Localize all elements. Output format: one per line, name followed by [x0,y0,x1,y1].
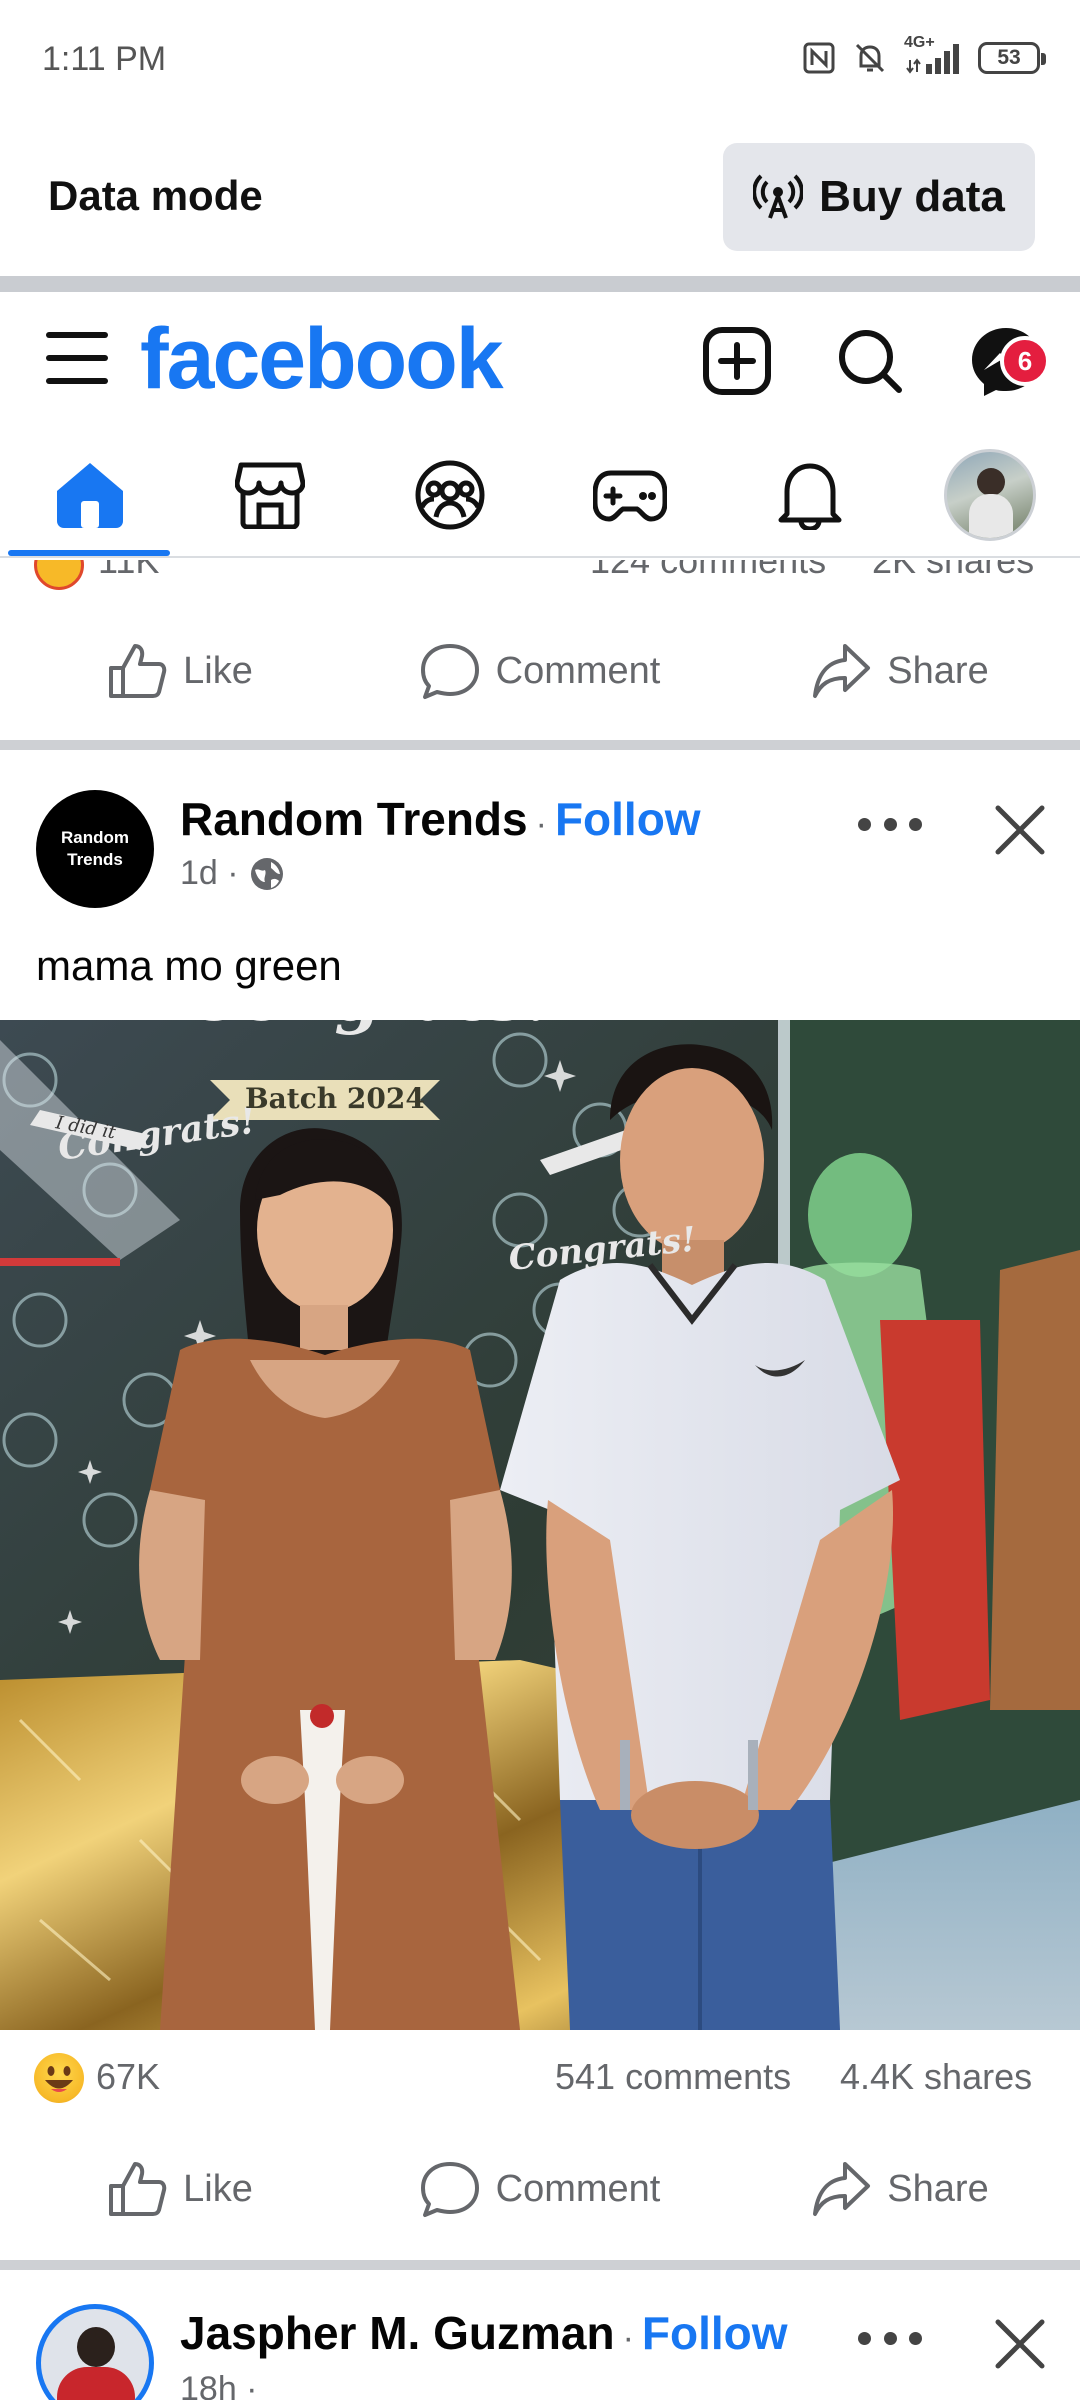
comment-count[interactable]: 124 comments [590,560,826,582]
post-meta: 1d · [180,854,285,893]
create-post-icon[interactable] [702,326,772,396]
previous-post-stats: 11K 124 comments 2K shares [0,560,1080,590]
groups-icon [415,460,485,530]
share-count[interactable]: 2K shares [872,560,1034,582]
reaction-icon [34,560,84,590]
facebook-logo[interactable]: facebook [140,310,504,409]
reaction-count[interactable]: 11K [98,560,159,582]
photo-text-banner: Batch 2024 [245,1082,425,1115]
status-bar: 1:11 PM 4G+ 53 [0,0,1080,120]
comment-count[interactable]: 541 comments [555,2056,791,2098]
post-header-line: Random Trends · Follow [180,792,701,846]
tab-gaming[interactable] [580,450,680,540]
share-button[interactable]: Share [720,2160,1080,2218]
tab-marketplace[interactable] [220,450,320,540]
separator-dot: · [535,805,547,843]
status-icons: 4G+ 53 [802,34,1046,80]
author-name[interactable]: Random Trends [180,793,528,845]
active-tab-indicator [8,550,170,556]
comment-button[interactable]: Comment [360,642,720,700]
marketplace-icon [235,462,305,529]
like-label: Like [183,2167,253,2210]
more-options-icon[interactable] [858,2326,922,2350]
battery-icon: 53 [978,42,1046,74]
data-mode-banner: Data mode Buy data [0,120,1080,276]
post-divider [0,740,1080,750]
hide-post-icon[interactable] [992,2316,1048,2372]
buy-data-label: Buy data [819,172,1005,221]
search-icon[interactable] [835,326,905,396]
mute-bell-icon [855,43,885,73]
share-icon [813,2162,871,2216]
post-time[interactable]: 1d · [180,854,239,893]
like-label: Like [183,649,253,692]
like-icon [109,644,167,698]
gaming-icon [593,470,667,522]
next-post-header-line: Jaspher M. Guzman · Follow [180,2306,788,2360]
next-post-time[interactable]: 18h · [180,2370,258,2400]
comment-label: Comment [495,2167,661,2210]
share-icon [813,644,871,698]
like-icon [109,2162,167,2216]
comment-label: Comment [495,649,661,692]
menu-icon[interactable] [46,330,108,386]
comment-button[interactable]: Comment [360,2160,720,2218]
tab-notifications[interactable] [760,450,860,540]
page-avatar[interactable]: Random Trends [36,790,154,908]
like-button[interactable]: Like [0,2160,360,2218]
next-post-card: Jaspher M. Guzman · Follow 18h · [0,2270,1080,2400]
post-stats: 67K 541 comments 4.4K shares [0,2032,1080,2122]
share-count[interactable]: 4.4K shares [840,2056,1032,2098]
follow-button[interactable]: Follow [555,793,701,845]
broadcast-icon [753,174,804,219]
haha-reaction-icon [34,2053,84,2103]
tab-profile[interactable] [940,449,1040,541]
post-card: Random Trends Random Trends · Follow 1d · … [0,750,1080,2290]
separator-dot: · [622,2319,634,2357]
messenger-button[interactable]: 6 [962,320,1072,410]
next-follow-button[interactable]: Follow [642,2307,788,2359]
post-photo[interactable]: Congrats! Congrats! Congrats! Batch 2024… [0,1020,1080,2030]
next-author-name[interactable]: Jaspher M. Guzman [180,2307,615,2359]
post-divider [0,2260,1080,2270]
tab-bar [0,432,1080,558]
home-icon [57,463,123,528]
banner-divider [0,276,1080,292]
comment-icon [420,644,479,699]
signal-icon: 4G+ [904,34,962,78]
status-time: 1:11 PM [42,40,167,78]
nfc-icon [803,42,835,74]
post-actions: Like Comment Share [0,2134,1080,2244]
profile-avatar [944,449,1036,541]
globe-icon [250,857,283,890]
tab-home[interactable] [40,450,140,540]
app-header: facebook 6 [0,292,1080,432]
hide-post-icon[interactable] [992,802,1048,858]
messenger-badge: 6 [1000,336,1050,386]
like-button[interactable]: Like [0,642,360,700]
photo-text-congrats-3: Congrats! [190,1020,555,1036]
comment-icon [420,2162,479,2217]
buy-data-button[interactable]: Buy data [723,143,1035,251]
share-button[interactable]: Share [720,642,1080,700]
photo-illustration: Congrats! Congrats! Congrats! Batch 2024… [0,1020,1080,2030]
next-post-meta: 18h · [180,2370,258,2400]
post-caption: mama mo green [36,942,342,989]
share-label: Share [887,649,989,692]
previous-post-actions: Like Comment Share [0,616,1080,726]
data-mode-label: Data mode [48,172,263,219]
bell-icon [778,463,842,530]
news-feed[interactable]: 11K 124 comments 2K shares Like Comment … [0,560,1080,2400]
reaction-count[interactable]: 67K [96,2056,160,2098]
avatar-text-2: Trends [67,850,123,869]
avatar-text-1: Random [61,828,129,847]
more-options-icon[interactable] [858,812,922,836]
next-post-avatar[interactable] [36,2304,154,2400]
tab-groups[interactable] [400,450,500,540]
share-label: Share [887,2167,989,2210]
